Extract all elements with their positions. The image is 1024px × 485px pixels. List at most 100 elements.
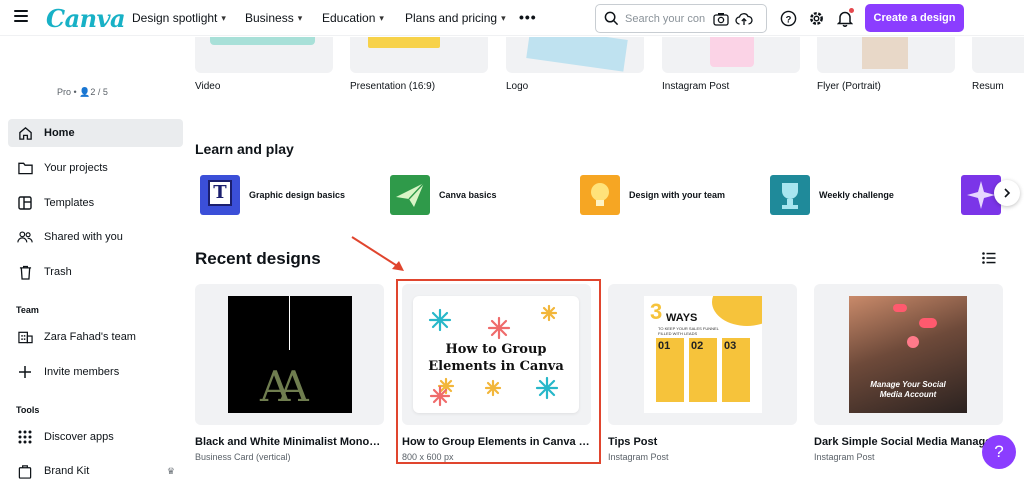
template-label[interactable]: Instagram Post [662,81,729,92]
thumb-shape [862,37,908,69]
building-icon [17,329,33,345]
canva-basics-thumb [390,175,430,215]
team-heading: Team [16,305,39,315]
learn-title: Learn and play [195,141,294,157]
template-logo-thumb[interactable] [506,37,644,73]
menu-icon[interactable] [14,10,28,22]
sidebar-item-trash[interactable]: Trash [8,258,183,286]
camera-icon[interactable] [713,12,729,26]
thumb-shape [368,37,440,48]
weekly-challenge-thumb [770,175,810,215]
nav-plans-pricing[interactable]: Plans and pricing ▾ [405,11,506,25]
tip-column: 02 [689,338,717,402]
tip-number: 02 [691,340,704,352]
sidebar-item-invite[interactable]: Invite members [8,358,183,386]
template-resume-thumb[interactable] [972,37,1024,73]
sidebar-item-team[interactable]: Zara Fahad's team [8,323,183,351]
tip-number: 03 [724,340,737,352]
chevron-right-icon [1004,188,1011,198]
nav-label: Business [245,11,294,25]
sidebar-item-home[interactable]: Home [8,119,183,147]
plus-icon [17,364,33,380]
notification-bubble [893,304,907,312]
team-design-thumb [580,175,620,215]
tips-post-image: 3 WAYS TO KEEP YOUR SALES FUNNEL FILLED … [644,296,762,413]
help-icon[interactable]: ? [779,9,797,27]
graphic-design-thumb: T [200,175,240,215]
template-label[interactable]: Flyer (Portrait) [817,81,881,92]
thumb-caption: Manage Your Social Media Account [849,380,967,400]
design-card[interactable]: AA Black and White Minimalist Monogra...… [195,284,384,462]
upload-cloud-icon[interactable] [735,12,753,26]
sidebar-item-apps[interactable]: Discover apps [8,423,183,451]
chevron-down-icon: ▾ [501,12,506,23]
lightbulb-icon [591,183,609,206]
annotation-arrow [351,236,404,271]
learn-item-graphic-design[interactable]: T Graphic design basics [200,175,345,215]
nav-label: Design spotlight [132,11,218,25]
sidebar-item-templates[interactable]: Templates [8,189,183,217]
learn-item-label: Canva basics [439,190,497,200]
template-label[interactable]: Video [195,81,220,92]
business-card-image: AA [228,296,352,413]
thumb-big-number: 3 [650,299,663,324]
sidebar-item-shared[interactable]: Shared with you [8,223,183,251]
sidebar-item-label: Invite members [44,366,120,378]
design-title: Black and White Minimalist Monogra... [195,436,384,448]
learn-item-canva-basics[interactable]: Canva basics [390,175,497,215]
search-box[interactable]: Search your con [595,4,767,33]
design-title: Tips Post [608,436,658,448]
learn-item-weekly-challenge[interactable]: Weekly challenge [770,175,894,215]
list-view-icon[interactable] [982,251,996,265]
brand-kit-icon [17,463,33,479]
learn-item-label: Graphic design basics [249,190,346,200]
tip-column: 01 [656,338,684,402]
templates-icon [17,195,33,211]
recent-title: Recent designs [195,249,321,268]
canva-logo[interactable]: Canva [46,4,126,33]
people-icon [17,229,33,245]
chevron-down-icon: ▾ [297,12,303,23]
trophy-icon [782,183,798,209]
thumb-caption-line1: Manage Your Social [870,380,946,389]
create-design-button[interactable]: Create a design [865,4,964,32]
sidebar-item-label: Brand Kit [44,465,90,477]
sidebar-item-label: Shared with you [44,231,123,243]
sidebar-item-brand-kit[interactable]: Brand Kit ♛ [8,457,183,485]
thumb-caption-line2: Media Account [879,390,937,399]
template-presentation-thumb[interactable] [350,37,488,73]
template-label[interactable]: Resum [972,81,1004,92]
design-card[interactable]: Manage Your Social Media Account Dark Si… [814,284,1003,462]
letter-t-icon: T [208,180,232,206]
gear-icon[interactable] [807,9,825,27]
help-fab-button[interactable]: ? [982,435,1016,469]
chevron-down-icon: ▾ [221,12,226,23]
notification-bubble [919,318,937,328]
design-title: Dark Simple Social Media Managem [814,436,1002,448]
sidebar-item-label: Home [44,127,75,139]
main-content: Video Presentation (16:9) Logo Instagram… [190,37,1024,482]
learn-item-team-design[interactable]: Design with your team [580,175,725,215]
search-input[interactable]: Search your con [625,13,707,25]
nav-business[interactable]: Business ▾ [245,11,302,25]
thumb-shape [210,37,315,45]
template-video-thumb[interactable] [195,37,333,73]
thumb-small-text: TO KEEP YOUR SALES FUNNEL FILLED WITH LE… [658,326,719,336]
design-card[interactable]: 3 WAYS TO KEEP YOUR SALES FUNNEL FILLED … [608,284,797,462]
more-icon[interactable]: ••• [519,9,537,25]
sidebar-item-projects[interactable]: Your projects [8,154,183,182]
top-bar: Canva Design spotlight ▾ Business ▾ Educat… [0,0,1024,36]
template-label[interactable]: Logo [506,81,528,92]
nav-design-spotlight[interactable]: Design spotlight ▾ [132,11,226,25]
scroll-right-button[interactable] [994,180,1020,206]
nav-label: Education [322,11,376,25]
nav-education[interactable]: Education ▾ [322,11,384,25]
divider-line [289,296,290,350]
template-label[interactable]: Presentation (16:9) [350,81,435,92]
design-subtitle: Instagram Post [608,452,669,462]
template-instagram-thumb[interactable] [662,37,800,73]
nav-label: Plans and pricing [405,11,498,25]
template-flyer-thumb[interactable] [817,37,955,73]
tip-number: 01 [658,340,671,352]
apps-grid-icon [17,429,33,445]
